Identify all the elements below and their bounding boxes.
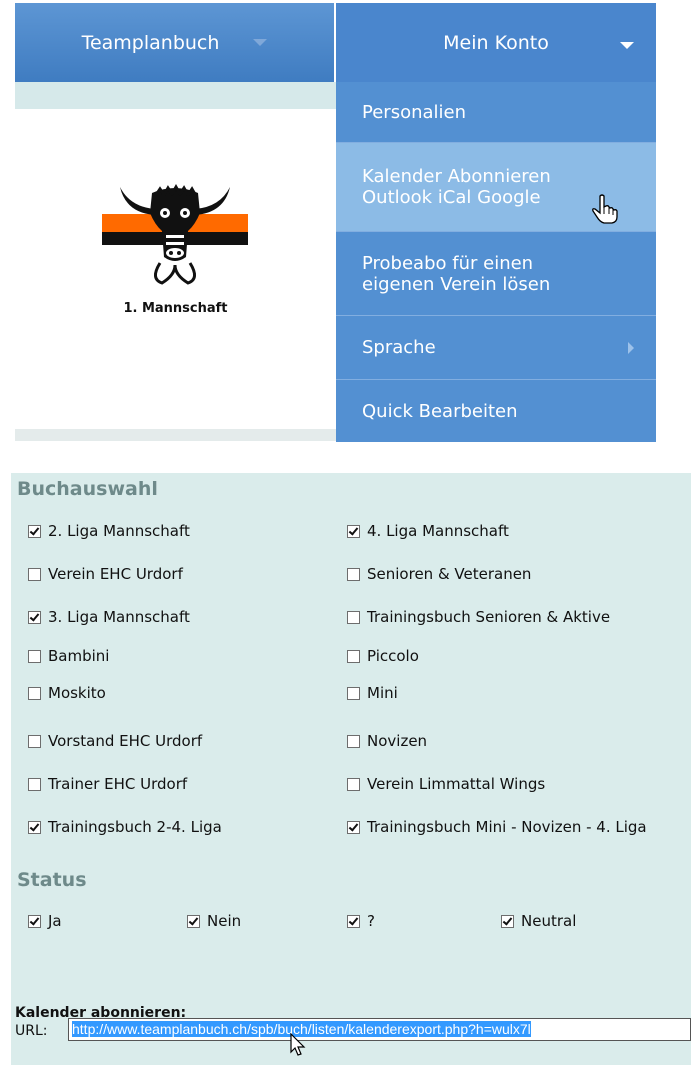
checkbox-icon[interactable] (347, 650, 360, 663)
checkbox-label: Verein Limmattal Wings (367, 775, 546, 793)
book-checkbox[interactable]: Vorstand EHC Urdorf (28, 733, 202, 749)
menu-item-label: Probeabo für einen (362, 252, 534, 274)
book-checkbox[interactable]: Trainingsbuch 2-4. Liga (28, 819, 222, 835)
status-checkbox[interactable]: ? (347, 913, 375, 929)
book-checkbox[interactable]: Trainingsbuch Mini - Novizen - 4. Liga (347, 819, 647, 835)
checkbox-icon[interactable] (28, 568, 41, 581)
checkbox-icon[interactable] (347, 778, 360, 791)
section-title-status: Status (17, 869, 87, 891)
status-checkbox[interactable]: Nein (187, 913, 241, 929)
status-checkbox[interactable]: Neutral (501, 913, 576, 929)
checkbox-icon[interactable] (501, 915, 514, 928)
header-strip (15, 82, 336, 109)
book-checkbox[interactable]: Verein Limmattal Wings (347, 776, 545, 792)
checkbox-icon[interactable] (28, 735, 41, 748)
checkbox-icon[interactable] (28, 915, 41, 928)
checkbox-label: Trainingsbuch Mini - Novizen - 4. Liga (367, 818, 647, 836)
checkbox-icon[interactable] (28, 611, 41, 624)
checkbox-label: Mini (367, 684, 398, 702)
checkbox-label: Trainingsbuch Senioren & Aktive (367, 608, 611, 626)
checkbox-icon[interactable] (28, 650, 41, 663)
menu-item-label: Kalender Abonnieren (362, 166, 551, 187)
book-checkbox[interactable]: Senioren & Veteranen (347, 566, 531, 582)
checkbox-icon[interactable] (187, 915, 200, 928)
brand-label: Teamplanbuch (81, 31, 220, 54)
checkbox-icon[interactable] (347, 735, 360, 748)
checkbox-label: Vorstand EHC Urdorf (48, 732, 203, 750)
book-checkbox[interactable]: Mini (347, 685, 398, 701)
account-menu-button[interactable]: Mein Konto (336, 3, 656, 82)
account-label: Mein Konto (443, 31, 549, 54)
checkbox-label: Piccolo (367, 647, 419, 665)
book-checkbox[interactable]: Moskito (28, 685, 106, 701)
checkbox-label: Trainingsbuch 2-4. Liga (48, 818, 222, 836)
checkbox-label: Verein EHC Urdorf (48, 565, 183, 583)
book-checkbox[interactable]: 2. Liga Mannschaft (28, 523, 190, 539)
checkbox-label: Senioren & Veteranen (367, 565, 532, 583)
checkbox-label: Novizen (367, 732, 428, 750)
account-dropdown-menu: Personalien Kalender Abonnieren Outlook … (336, 82, 656, 442)
book-checkbox[interactable]: Bambini (28, 648, 109, 664)
checkbox-icon[interactable] (347, 915, 360, 928)
team-name: 1. Mannschaft (123, 301, 228, 316)
checkbox-icon[interactable] (347, 525, 360, 538)
checkbox-icon[interactable] (347, 821, 360, 834)
checkbox-icon[interactable] (28, 687, 41, 700)
checkbox-icon[interactable] (28, 778, 41, 791)
checkbox-label: Neutral (521, 912, 577, 930)
menu-item-label: Personalien (362, 101, 467, 123)
menu-item-label: Quick Bearbeiten (362, 400, 518, 422)
arrow-cursor-icon (290, 1033, 306, 1056)
checkbox-icon[interactable] (347, 568, 360, 581)
checkbox-label: Nein (207, 912, 242, 930)
checkbox-label: ? (367, 912, 375, 930)
checkbox-icon[interactable] (28, 525, 41, 538)
book-checkbox[interactable]: Piccolo (347, 648, 419, 664)
menu-item-probeabo[interactable]: Probeabo für einen eigenen Verein lösen (336, 232, 656, 316)
checkbox-label: Trainer EHC Urdorf (48, 775, 188, 793)
status-checkbox[interactable]: Ja (28, 913, 62, 929)
menu-item-label: Sprache (362, 337, 436, 358)
calendar-subscription-panel: Buchauswahl 2. Liga Mannschaft 4. Liga M… (11, 473, 691, 1065)
menu-item-quick-bearbeiten[interactable]: Quick Bearbeiten (336, 380, 656, 442)
chevron-down-icon (253, 39, 268, 46)
team-logo-icon (102, 183, 248, 285)
url-field[interactable]: http://www.teamplanbuch.ch/spb/buch/list… (68, 1018, 691, 1041)
checkbox-icon[interactable] (347, 687, 360, 700)
checkbox-label: 2. Liga Mannschaft (48, 522, 190, 540)
checkbox-label: Bambini (48, 647, 110, 665)
menu-item-personalien[interactable]: Personalien (336, 82, 656, 143)
chevron-right-icon (628, 342, 634, 354)
book-checkbox[interactable]: Trainingsbuch Senioren & Aktive (347, 609, 647, 625)
book-checkbox[interactable]: 4. Liga Mannschaft (347, 523, 509, 539)
checkbox-icon[interactable] (28, 821, 41, 834)
menu-item-label: eigenen Verein lösen (362, 273, 551, 295)
book-checkbox[interactable]: Verein EHC Urdorf (28, 566, 183, 582)
checkbox-label: Moskito (48, 684, 106, 702)
team-logo-panel: 1. Mannschaft (15, 109, 336, 429)
section-title-buchauswahl: Buchauswahl (17, 478, 158, 500)
book-checkbox[interactable]: 3. Liga Mannschaft (28, 609, 190, 625)
book-checkbox[interactable]: Novizen (347, 733, 427, 749)
book-checkbox[interactable]: Trainer EHC Urdorf (28, 776, 187, 792)
checkbox-label: 3. Liga Mannschaft (48, 608, 190, 626)
logo-panel-footer (15, 429, 336, 441)
checkbox-label: 4. Liga Mannschaft (367, 522, 509, 540)
chevron-down-icon (620, 42, 634, 49)
url-label: URL: (15, 1023, 48, 1039)
menu-item-kalender-abonnieren[interactable]: Kalender Abonnieren Outlook iCal Google (336, 143, 656, 232)
menu-item-sprache[interactable]: Sprache (336, 316, 656, 380)
checkbox-label: Ja (48, 912, 62, 930)
checkbox-icon[interactable] (347, 611, 360, 624)
hand-cursor-icon (592, 194, 618, 224)
brand-menu-button[interactable]: Teamplanbuch (15, 3, 334, 82)
